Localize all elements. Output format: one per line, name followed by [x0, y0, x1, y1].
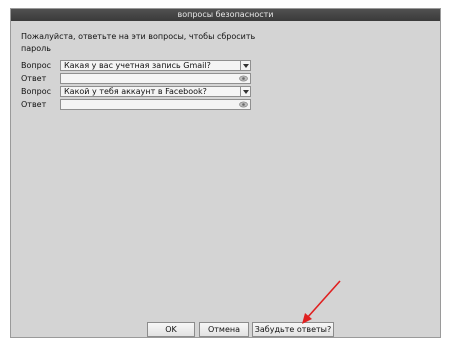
question-label-2: Вопрос	[21, 87, 51, 96]
question-select-2-value: Какой у тебя аккаунт в Facebook?	[64, 87, 207, 96]
eye-icon[interactable]	[239, 75, 248, 84]
forgot-answers-button[interactable]: Забудьте ответы?	[252, 322, 334, 337]
security-questions-dialog: вопросы безопасности Пожалуйста, ответьт…	[10, 8, 441, 338]
question-row-1: Вопрос Какая у вас учетная запись Gmail?	[21, 60, 261, 71]
answer-row-2: Ответ	[21, 99, 261, 110]
chevron-down-icon[interactable]	[240, 87, 250, 96]
chevron-down-icon[interactable]	[240, 61, 250, 70]
question-select-2[interactable]: Какой у тебя аккаунт в Facebook?	[60, 86, 251, 97]
answer-label-2: Ответ	[21, 100, 47, 109]
question-select-1-value: Какая у вас учетная запись Gmail?	[64, 61, 211, 70]
cancel-button[interactable]: Отмена	[199, 322, 249, 337]
ok-button[interactable]: OK	[147, 322, 195, 337]
question-label-1: Вопрос	[21, 61, 51, 70]
intro-text: Пожалуйста, ответьте на эти вопросы, что…	[21, 32, 256, 53]
eye-icon[interactable]	[239, 101, 248, 110]
question-row-2: Вопрос Какой у тебя аккаунт в Facebook?	[21, 86, 261, 97]
dialog-title: вопросы безопасности	[11, 9, 440, 21]
answer-label-1: Ответ	[21, 74, 47, 83]
answer-row-1: Ответ	[21, 73, 261, 84]
answer-field-2[interactable]	[60, 99, 251, 110]
question-select-1[interactable]: Какая у вас учетная запись Gmail?	[60, 60, 251, 71]
answer-field-1[interactable]	[60, 73, 251, 84]
